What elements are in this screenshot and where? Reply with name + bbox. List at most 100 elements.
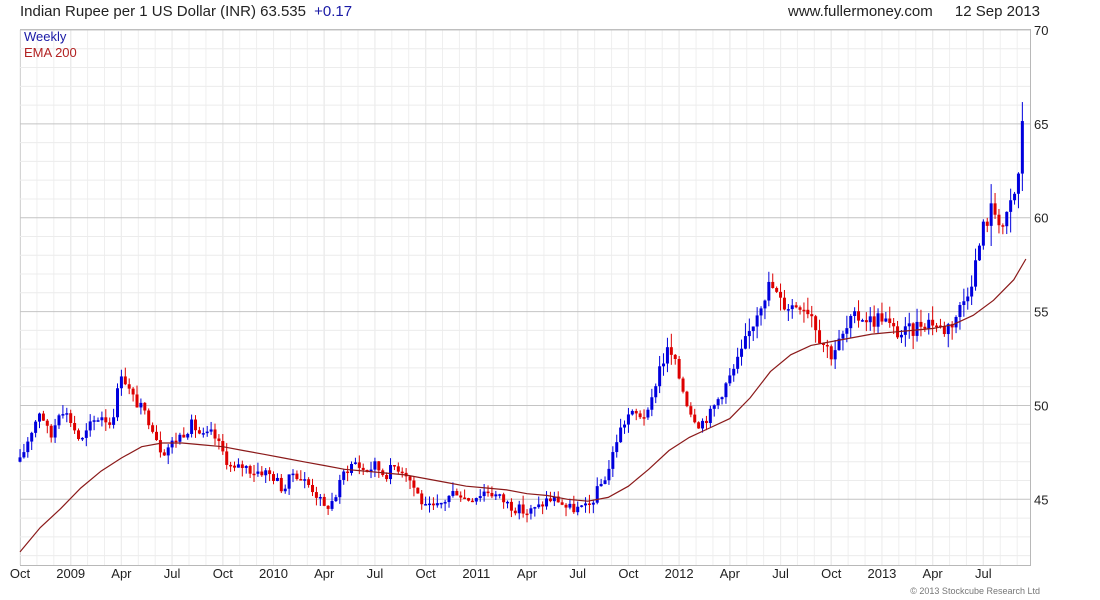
candle-body	[299, 479, 303, 481]
y-tick-label: 50	[1034, 398, 1048, 413]
candle-body	[580, 505, 584, 507]
candle-body	[334, 497, 338, 502]
candle-body	[77, 430, 81, 440]
candle-body	[322, 496, 326, 506]
candle-body	[244, 466, 248, 468]
candle-body	[252, 473, 256, 476]
candle-body	[864, 320, 868, 323]
candle-body	[260, 471, 264, 476]
candle-body	[420, 493, 424, 505]
candle-body	[412, 480, 416, 488]
candle-body	[478, 496, 482, 499]
candle-body	[782, 297, 786, 310]
candle-body	[385, 475, 389, 480]
candle-body	[775, 287, 779, 292]
candle-body	[568, 503, 572, 508]
candle-body	[112, 417, 116, 425]
candle-body	[38, 413, 42, 422]
candle-body	[728, 375, 732, 384]
candle-body	[53, 425, 57, 438]
x-tick-label: Apr	[720, 566, 741, 581]
candle-body	[560, 502, 564, 505]
candle-body	[919, 321, 923, 327]
candle-body	[494, 494, 498, 497]
x-tick-label: Jul	[772, 566, 789, 581]
candle-body	[693, 414, 697, 423]
candle-body	[841, 333, 845, 339]
candle-body	[825, 344, 829, 347]
candle-body	[857, 311, 861, 321]
candle-body	[498, 494, 502, 496]
candle-body	[689, 406, 693, 415]
candle-body	[794, 305, 798, 308]
candle-body	[720, 397, 724, 400]
candle-body	[338, 479, 342, 498]
x-tick-label: Oct	[618, 566, 639, 581]
candle-body	[41, 413, 45, 421]
copyright-notice: © 2013 Stockcube Research Ltd	[910, 586, 1040, 596]
candle-body	[892, 323, 896, 327]
candle-body	[810, 314, 814, 317]
candle-body	[57, 415, 61, 426]
candle-body	[576, 506, 580, 513]
candle-body	[205, 431, 209, 434]
x-tick-label: Oct	[10, 566, 31, 581]
candle-body	[233, 465, 237, 468]
x-tick-label: 2013	[867, 566, 896, 581]
x-tick-label: 2011	[462, 566, 490, 581]
candle-body	[915, 321, 919, 336]
candle-body	[217, 438, 221, 442]
candle-body	[743, 336, 747, 349]
candle-body	[860, 320, 864, 322]
candle-body	[451, 491, 455, 496]
candle-body	[935, 325, 939, 328]
candle-body	[92, 420, 96, 422]
candle-body	[84, 430, 88, 438]
candle-body	[474, 498, 478, 502]
candle-body	[209, 429, 213, 432]
candle-body	[143, 402, 147, 411]
candle-body	[927, 319, 931, 329]
candle-body	[108, 422, 112, 425]
candle-body	[470, 500, 474, 503]
candle-body	[545, 498, 549, 507]
candle-body	[736, 356, 740, 369]
candle-body	[829, 346, 833, 360]
candle-body	[155, 431, 159, 441]
candle-body	[911, 323, 915, 336]
candle-body	[275, 477, 279, 481]
candle-body	[311, 485, 315, 493]
candle-body	[291, 473, 295, 476]
candle-body	[326, 505, 330, 509]
candle-body	[158, 440, 162, 453]
candle-body	[623, 424, 627, 428]
candle-body	[587, 503, 591, 505]
candle-body	[373, 461, 377, 470]
candle-body	[872, 316, 876, 327]
candle-body	[486, 491, 490, 494]
candle-body	[151, 425, 155, 432]
candle-body	[443, 502, 447, 504]
candle-body	[630, 410, 634, 415]
candle-body	[482, 491, 486, 497]
candle-body	[361, 467, 365, 470]
candle-body	[642, 417, 646, 419]
candle-body	[798, 307, 802, 310]
x-tick-label: Apr	[517, 566, 538, 581]
candle-body	[170, 440, 174, 448]
candle-body	[166, 447, 170, 456]
candle-body	[1009, 200, 1013, 212]
candle-body	[517, 504, 521, 514]
candle-body	[330, 501, 334, 509]
x-axis-ticks: Oct 2009 Apr Jul Oct 2010 Apr Jul Oct 2011 Apr Jul O…	[10, 566, 992, 581]
candle-body	[178, 434, 182, 442]
candle-body	[96, 420, 100, 422]
candle-body	[318, 496, 322, 499]
x-tick-label: Apr	[111, 566, 132, 581]
x-tick-label: Apr	[923, 566, 944, 581]
candle-body	[650, 397, 654, 410]
candle-body	[182, 434, 186, 438]
candle-body	[100, 417, 104, 421]
candle-body	[603, 480, 607, 484]
candle-body	[264, 470, 268, 476]
